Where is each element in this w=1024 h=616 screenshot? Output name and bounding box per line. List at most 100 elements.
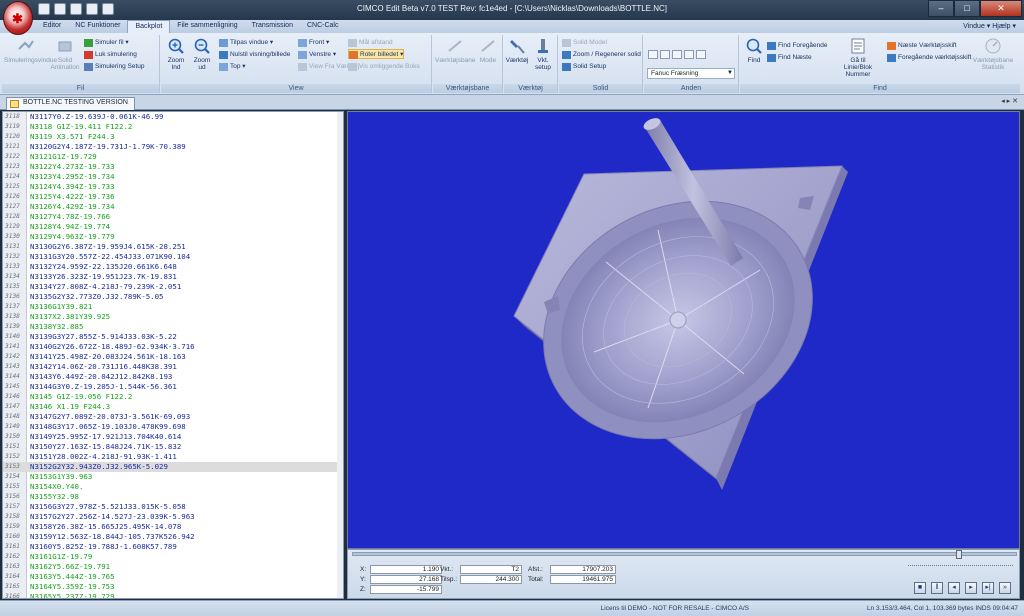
anden-option-2-icon[interactable]: [660, 50, 670, 59]
tab-transmission[interactable]: Transmission: [245, 20, 300, 33]
code-line[interactable]: 3131 N3130G2Y6.387Z-19.959J4.615K-28.251: [3, 242, 343, 252]
tab-file-sammenligning[interactable]: File sammenligning: [170, 20, 244, 33]
simuleringsvindue-button[interactable]: Simuleringsvindue: [4, 37, 57, 64]
control-select[interactable]: Fanuc Fræsning ▼: [647, 68, 735, 79]
code-line[interactable]: 3165 N3164Y5.359Z-19.753: [3, 582, 343, 592]
code-line[interactable]: 3161 N3160Y5.825Z-19.788J-1.608K57.789: [3, 542, 343, 552]
speed-slider-track[interactable]: [908, 560, 1013, 566]
pause-icon[interactable]: ‖: [931, 582, 943, 594]
code-line[interactable]: 3144 N3143Y6.449Z-20.042J12.842K8.193: [3, 372, 343, 382]
solid-animation-button[interactable]: Solid Animation: [50, 37, 80, 71]
code-line[interactable]: 3121 N3120G2Y4.187Z-19.731J-1.79K-70.389: [3, 142, 343, 152]
venstre-view-button[interactable]: Venstre ▾: [298, 50, 336, 60]
maal-afstand-button[interactable]: Mål afstand: [348, 38, 393, 48]
vaerktoejsbane-button[interactable]: Værktøjsbane: [435, 37, 475, 64]
simulation-progress-slider[interactable]: [352, 552, 1017, 556]
code-line[interactable]: 3166 N3165Y5.237Z-19.729: [3, 592, 343, 598]
vkt-setup-button[interactable]: Vkt. setup: [531, 37, 555, 71]
code-line[interactable]: 3159 N3158Y26.38Z-15.665J25.495K-14.078: [3, 522, 343, 532]
front-view-button[interactable]: Front ▾: [298, 38, 329, 48]
code-line[interactable]: 3127 N3126Y4.429Z-19.734: [3, 202, 343, 212]
fast-forward-icon[interactable]: »: [999, 582, 1011, 594]
find-naeste-button[interactable]: Find Næste: [767, 53, 812, 63]
code-line[interactable]: 3143 N3142Y14.06Z-20.731J16.448K38.391: [3, 362, 343, 372]
code-line[interactable]: 3141 N3140G2Y26.672Z-18.489J-62.934K-3.71…: [3, 342, 343, 352]
step-back-icon[interactable]: ◂: [948, 582, 960, 594]
code-line[interactable]: 3125 N3124Y4.394Z-19.733: [3, 182, 343, 192]
maximize-button[interactable]: □: [954, 0, 980, 17]
nc-code-editor[interactable]: 3118 N3117Y0.Z-19.639J-0.061K-46.99 3119 N3…: [2, 111, 344, 599]
code-line[interactable]: 3137 N3136G1Y39.821: [3, 302, 343, 312]
code-line[interactable]: 3156 N3155Y32.98: [3, 492, 343, 502]
backplot-3d-view[interactable]: [347, 111, 1020, 549]
nulstil-visning-button[interactable]: Nulstil visning/billede: [219, 50, 290, 60]
code-line[interactable]: 3146 N3145 G1Z-19.056 F122.2: [3, 392, 343, 402]
code-line[interactable]: 3155 N3154X0.Y40.: [3, 482, 343, 492]
code-line[interactable]: 3119 N3118 G1Z-19.411 F122.2: [3, 122, 343, 132]
code-line[interactable]: 3162 N3161G1Z-19.79: [3, 552, 343, 562]
step-forward-icon[interactable]: ▸|: [982, 582, 994, 594]
code-line[interactable]: 3152 N3151Y28.002Z-4.218J-91.93K-1.411: [3, 452, 343, 462]
vaerktoejsbane-statistik-button[interactable]: Værktøjsbane Statistik: [970, 37, 1016, 71]
code-line[interactable]: 3132 N3131G3Y20.557Z-22.454J33.071K90.104: [3, 252, 343, 262]
code-line[interactable]: 3123 N3122Y4.273Z-19.733: [3, 162, 343, 172]
zoom-regenerer-button[interactable]: Zoom / Regenerer solid: [562, 50, 641, 60]
code-line[interactable]: 3151 N3150Y27.163Z-15.848J24.71K-15.832: [3, 442, 343, 452]
play-icon[interactable]: ▸: [965, 582, 977, 594]
solid-model-button[interactable]: Solid Model: [562, 38, 607, 48]
stop-icon[interactable]: ■: [914, 582, 926, 594]
code-line[interactable]: 3134 N3133Y26.323Z-19.951J23.7K-19.831: [3, 272, 343, 282]
find-foregaaende-button[interactable]: Find Foregående: [767, 41, 828, 51]
tab-cnc-calc[interactable]: CNC-Calc: [300, 20, 346, 33]
code-line[interactable]: 3118 N3117Y0.Z-19.639J-0.061K-46.99: [3, 112, 343, 122]
document-nav-buttons[interactable]: ◂ ▸ ✕: [1001, 97, 1018, 105]
top-view-button[interactable]: Top ▾: [219, 62, 246, 72]
code-line[interactable]: 3157 N3156G3Y27.978Z-5.521J33.015K-5.058: [3, 502, 343, 512]
code-line[interactable]: 3153 N3152G2Y32.943Z0.J32.965K-5.029: [3, 462, 343, 472]
code-line[interactable]: 3130 N3129Y4.963Z-19.779: [3, 232, 343, 242]
minimize-button[interactable]: –: [928, 0, 954, 17]
code-line[interactable]: 3135 N3134Y27.808Z-4.218J-79.239K-2.051: [3, 282, 343, 292]
tab-backplot[interactable]: Backplot: [127, 20, 171, 33]
tab-nc-funktioner[interactable]: NC Funktioner: [68, 20, 127, 33]
code-line[interactable]: 3126 N3125Y4.422Z-19.736: [3, 192, 343, 202]
application-menu-button[interactable]: ✱: [3, 1, 33, 35]
zoom-ind-button[interactable]: Zoom Ind: [164, 37, 188, 71]
foregaaende-vaerktoejsskift-button[interactable]: Foregående værktøjsskift: [887, 53, 971, 63]
simuler-fil-button[interactable]: Simuler fil ▾: [84, 38, 129, 48]
code-line[interactable]: 3148 N3147G2Y7.089Z-20.073J-3.561K-69.093: [3, 412, 343, 422]
tilpas-vindue-button[interactable]: Tilpas vindue ▾: [219, 38, 273, 48]
code-line[interactable]: 3145 N3144G3Y0.Z-19.205J-1.544K-56.361: [3, 382, 343, 392]
gaa-til-button[interactable]: Gå til Linie/Blok Nummer: [836, 37, 880, 78]
window-help-menu[interactable]: Vindue ▾ Hjælp ▾: [963, 22, 1016, 30]
solid-setup-button[interactable]: Solid Setup: [562, 62, 606, 72]
speed-slider-thumb[interactable]: [956, 550, 962, 559]
code-line[interactable]: 3133 N3132Y24.959Z-22.135J20.661K6.648: [3, 262, 343, 272]
code-line[interactable]: 3124 N3123Y4.295Z-19.734: [3, 172, 343, 182]
editor-scrollbar[interactable]: [337, 112, 343, 598]
zoom-ud-button[interactable]: Zoom ud: [190, 37, 214, 71]
vaerktoej-button[interactable]: Værktøj: [505, 37, 529, 64]
roter-billedet-button[interactable]: Roter billedet ▾: [348, 49, 405, 59]
code-line[interactable]: 3138 N3137X2.381Y39.925: [3, 312, 343, 322]
document-tab-bottle[interactable]: BOTTLE.NC TESTING VERSION: [6, 97, 135, 110]
code-line[interactable]: 3150 N3149Y25.995Z-17.921J13.704K40.614: [3, 432, 343, 442]
code-line[interactable]: 3136 N3135G2Y32.773Z0.J32.789K-5.05: [3, 292, 343, 302]
code-line[interactable]: 3147 N3146 X1.19 F244.3: [3, 402, 343, 412]
code-line[interactable]: 3163 N3162Y5.66Z-19.791: [3, 562, 343, 572]
tab-editor[interactable]: Editor: [36, 20, 68, 33]
close-button[interactable]: ✕: [980, 0, 1022, 17]
anden-option-4-icon[interactable]: [684, 50, 694, 59]
anden-option-5-icon[interactable]: [696, 50, 706, 59]
code-line[interactable]: 3164 N3163Y5.444Z-19.765: [3, 572, 343, 582]
code-line[interactable]: 3129 N3128Y4.94Z-19.774: [3, 222, 343, 232]
find-button[interactable]: Find: [743, 37, 765, 64]
code-line[interactable]: 3128 N3127Y4.78Z-19.766: [3, 212, 343, 222]
vis-omliggende-button[interactable]: Vis omliggende Boks: [348, 62, 420, 72]
code-line[interactable]: 3142 N3141Y25.498Z-20.083J24.561K-18.163: [3, 352, 343, 362]
simulering-setup-button[interactable]: Simulering Setup: [84, 62, 145, 72]
code-line[interactable]: 3139 N3138Y32.885: [3, 322, 343, 332]
code-line[interactable]: 3154 N3153G1Y39.963: [3, 472, 343, 482]
anden-option-1-icon[interactable]: [648, 50, 658, 59]
code-line[interactable]: 3122 N3121G1Z-19.729: [3, 152, 343, 162]
